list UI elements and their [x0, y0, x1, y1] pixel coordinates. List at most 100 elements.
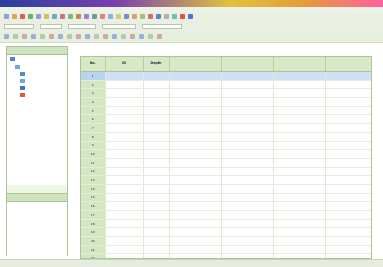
toolbar-button-15[interactable] — [116, 14, 121, 19]
table-cell[interactable] — [325, 236, 371, 246]
table-cell[interactable] — [221, 123, 274, 133]
row-number[interactable]: 1 — [81, 71, 106, 81]
table-row[interactable]: 1 — [81, 71, 371, 81]
format-button-16[interactable] — [139, 34, 144, 39]
format-button-3[interactable] — [22, 34, 27, 39]
table-row[interactable]: 15 — [81, 193, 371, 203]
table-row[interactable]: 12 — [81, 167, 371, 177]
table-cell[interactable] — [169, 175, 222, 185]
row-number[interactable]: 8 — [81, 132, 106, 142]
table-cell[interactable] — [273, 245, 326, 255]
table-row[interactable]: 4 — [81, 97, 371, 107]
toolbar-button-14[interactable] — [108, 14, 113, 19]
format-button-18[interactable] — [157, 34, 162, 39]
format-button-14[interactable] — [121, 34, 126, 39]
toolbar-button-4[interactable] — [28, 14, 33, 19]
table-cell[interactable] — [169, 71, 222, 81]
table-cell[interactable] — [273, 175, 326, 185]
tree-item-2[interactable] — [20, 72, 27, 77]
table-cell[interactable] — [273, 210, 326, 220]
table-cell[interactable] — [143, 175, 170, 185]
table-cell[interactable] — [325, 167, 371, 177]
table-row[interactable]: 19 — [81, 227, 371, 238]
table-cell[interactable] — [273, 236, 326, 246]
table-cell[interactable] — [169, 106, 222, 116]
table-cell[interactable] — [325, 201, 371, 211]
toolbar-button-10[interactable] — [76, 14, 81, 19]
table-cell[interactable] — [169, 97, 222, 107]
format-button-12[interactable] — [103, 34, 108, 39]
table-cell[interactable] — [221, 227, 274, 238]
table-cell[interactable] — [273, 123, 326, 133]
row-number[interactable]: 5 — [81, 106, 106, 116]
table-cell[interactable] — [105, 158, 144, 168]
table-cell[interactable] — [143, 236, 170, 246]
table-row[interactable]: 16 — [81, 201, 371, 211]
table-cell[interactable] — [325, 80, 371, 90]
toolbar-button-17[interactable] — [132, 14, 137, 19]
table-cell[interactable] — [169, 88, 222, 99]
table-cell[interactable] — [273, 219, 326, 229]
table-row[interactable]: 18 — [81, 219, 371, 229]
table-cell[interactable] — [105, 236, 144, 246]
row-number[interactable]: 18 — [81, 219, 106, 229]
format-button-17[interactable] — [148, 34, 153, 39]
table-cell[interactable] — [143, 245, 170, 255]
table-cell[interactable] — [221, 184, 274, 194]
table-cell[interactable] — [221, 71, 274, 81]
table-cell[interactable] — [221, 219, 274, 229]
table-cell[interactable] — [221, 106, 274, 116]
table-cell[interactable] — [169, 227, 222, 238]
table-row[interactable]: 13 — [81, 175, 371, 185]
table-cell[interactable] — [221, 158, 274, 168]
table-cell[interactable] — [105, 184, 144, 194]
table-cell[interactable] — [143, 71, 170, 81]
table-cell[interactable] — [169, 149, 222, 159]
table-cell[interactable] — [105, 132, 144, 142]
format-button-10[interactable] — [85, 34, 90, 39]
table-cell[interactable] — [325, 175, 371, 185]
table-cell[interactable] — [143, 123, 170, 133]
table-cell[interactable] — [325, 106, 371, 116]
column-header[interactable] — [221, 57, 274, 72]
table-cell[interactable] — [105, 149, 144, 159]
table-cell[interactable] — [169, 219, 222, 229]
table-cell[interactable] — [221, 210, 274, 220]
row-number[interactable]: 21 — [81, 245, 106, 255]
column-header[interactable]: ID — [105, 57, 144, 72]
toolbar-button-22[interactable] — [172, 14, 177, 19]
table-cell[interactable] — [105, 88, 144, 99]
table-row[interactable]: 9 — [81, 141, 371, 151]
table-cell[interactable] — [169, 114, 222, 125]
toolbar-button-24[interactable] — [188, 14, 193, 19]
table-cell[interactable] — [273, 227, 326, 238]
table-cell[interactable] — [105, 227, 144, 238]
table-cell[interactable] — [143, 193, 170, 203]
table-cell[interactable] — [105, 80, 144, 90]
row-number[interactable]: 20 — [81, 236, 106, 246]
table-cell[interactable] — [143, 167, 170, 177]
table-cell[interactable] — [143, 88, 170, 99]
table-cell[interactable] — [169, 245, 222, 255]
table-cell[interactable] — [273, 97, 326, 107]
table-cell[interactable] — [143, 227, 170, 238]
row-number[interactable]: 19 — [81, 227, 106, 238]
format-button-4[interactable] — [31, 34, 36, 39]
table-cell[interactable] — [105, 71, 144, 81]
table-cell[interactable] — [221, 97, 274, 107]
table-cell[interactable] — [143, 114, 170, 125]
row-number[interactable]: 2 — [81, 80, 106, 90]
table-cell[interactable] — [273, 71, 326, 81]
table-cell[interactable] — [221, 236, 274, 246]
toolbar-button-2[interactable] — [12, 14, 17, 19]
tree-item-5[interactable] — [20, 93, 27, 98]
table-cell[interactable] — [169, 80, 222, 90]
table-cell[interactable] — [169, 201, 222, 211]
toolbar-field-5[interactable] — [142, 24, 182, 29]
table-row[interactable]: 10 — [81, 149, 371, 159]
table-cell[interactable] — [169, 141, 222, 151]
table-cell[interactable] — [221, 141, 274, 151]
row-number[interactable]: 13 — [81, 175, 106, 185]
table-cell[interactable] — [143, 97, 170, 107]
toolbar-button-1[interactable] — [4, 14, 9, 19]
